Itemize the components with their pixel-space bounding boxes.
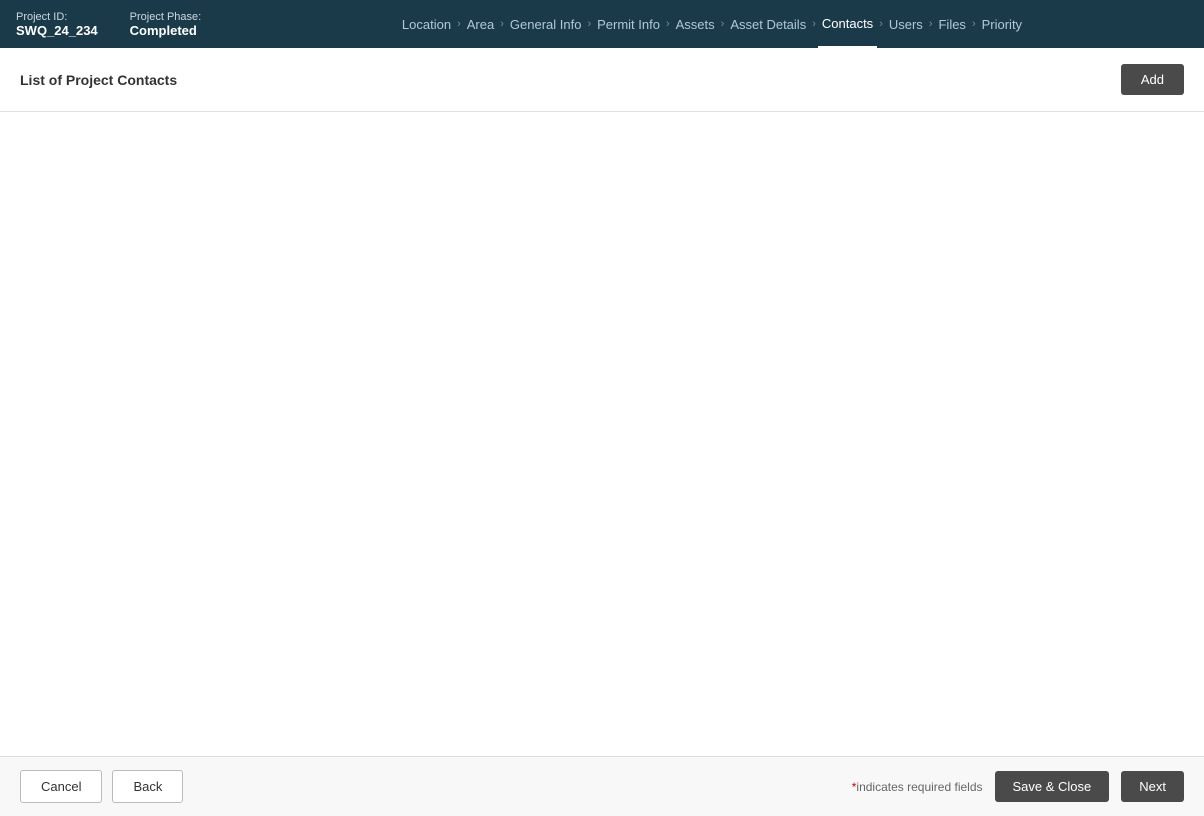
nav-item-users[interactable]: Users [885, 0, 927, 48]
chevron-right-icon: › [929, 18, 933, 30]
nav-item-label: Assets [676, 17, 715, 32]
footer-left-actions: Cancel Back [20, 770, 183, 803]
project-phase-label: Project Phase: [130, 11, 202, 23]
app-container: Project ID: SWQ_24_234 Project Phase: Co… [0, 0, 1204, 816]
chevron-right-icon: › [812, 18, 816, 30]
cancel-button[interactable]: Cancel [20, 770, 102, 803]
required-note: *indicates required fields [852, 780, 983, 794]
nav-item-area[interactable]: Area [463, 0, 498, 48]
project-phase-block: Project Phase: Completed [130, 11, 202, 38]
nav-item-location[interactable]: Location [398, 0, 455, 48]
next-button[interactable]: Next [1121, 771, 1184, 802]
chevron-right-icon: › [972, 18, 976, 30]
nav-item-contacts[interactable]: Contacts [818, 0, 877, 48]
header: Project ID: SWQ_24_234 Project Phase: Co… [0, 0, 1204, 48]
nav-item-label: Location [402, 17, 451, 32]
chevron-right-icon: › [457, 18, 461, 30]
nav-item-label: Asset Details [730, 17, 806, 32]
nav-item-priority[interactable]: Priority [978, 0, 1026, 48]
chevron-right-icon: › [879, 18, 883, 30]
project-id-label: Project ID: [16, 11, 98, 23]
section-title: List of Project Contacts [20, 72, 177, 88]
chevron-right-icon: › [666, 18, 670, 30]
chevron-right-icon: › [721, 18, 725, 30]
project-id-block: Project ID: SWQ_24_234 [16, 11, 98, 38]
nav-item-files[interactable]: Files [934, 0, 969, 48]
chevron-right-icon: › [587, 18, 591, 30]
nav-item-label: Contacts [822, 16, 873, 31]
footer: Cancel Back *indicates required fields S… [0, 756, 1204, 816]
main-content: List of Project Contacts Add [0, 48, 1204, 756]
contacts-list-body [0, 112, 1204, 756]
nav-item-permit-info[interactable]: Permit Info [593, 0, 664, 48]
footer-right-actions: *indicates required fields Save & Close … [852, 771, 1184, 802]
nav-item-label: Permit Info [597, 17, 660, 32]
project-phase-value: Completed [130, 23, 202, 38]
nav-item-label: Files [938, 17, 965, 32]
nav-item-label: Users [889, 17, 923, 32]
project-info: Project ID: SWQ_24_234 Project Phase: Co… [16, 11, 236, 38]
nav-item-label: Area [467, 17, 494, 32]
project-id-value: SWQ_24_234 [16, 23, 98, 38]
nav-item-assets[interactable]: Assets [672, 0, 719, 48]
nav-item-asset-details[interactable]: Asset Details [726, 0, 810, 48]
content-header: List of Project Contacts Add [0, 48, 1204, 112]
chevron-right-icon: › [500, 18, 504, 30]
save-close-button[interactable]: Save & Close [995, 771, 1110, 802]
breadcrumb-nav: Location › Area › General Info › Permit Info › A… [236, 0, 1188, 48]
nav-item-general-info[interactable]: General Info [506, 0, 586, 48]
nav-item-label: Priority [982, 17, 1022, 32]
nav-item-label: General Info [510, 17, 582, 32]
add-button[interactable]: Add [1121, 64, 1184, 95]
back-button[interactable]: Back [112, 770, 183, 803]
